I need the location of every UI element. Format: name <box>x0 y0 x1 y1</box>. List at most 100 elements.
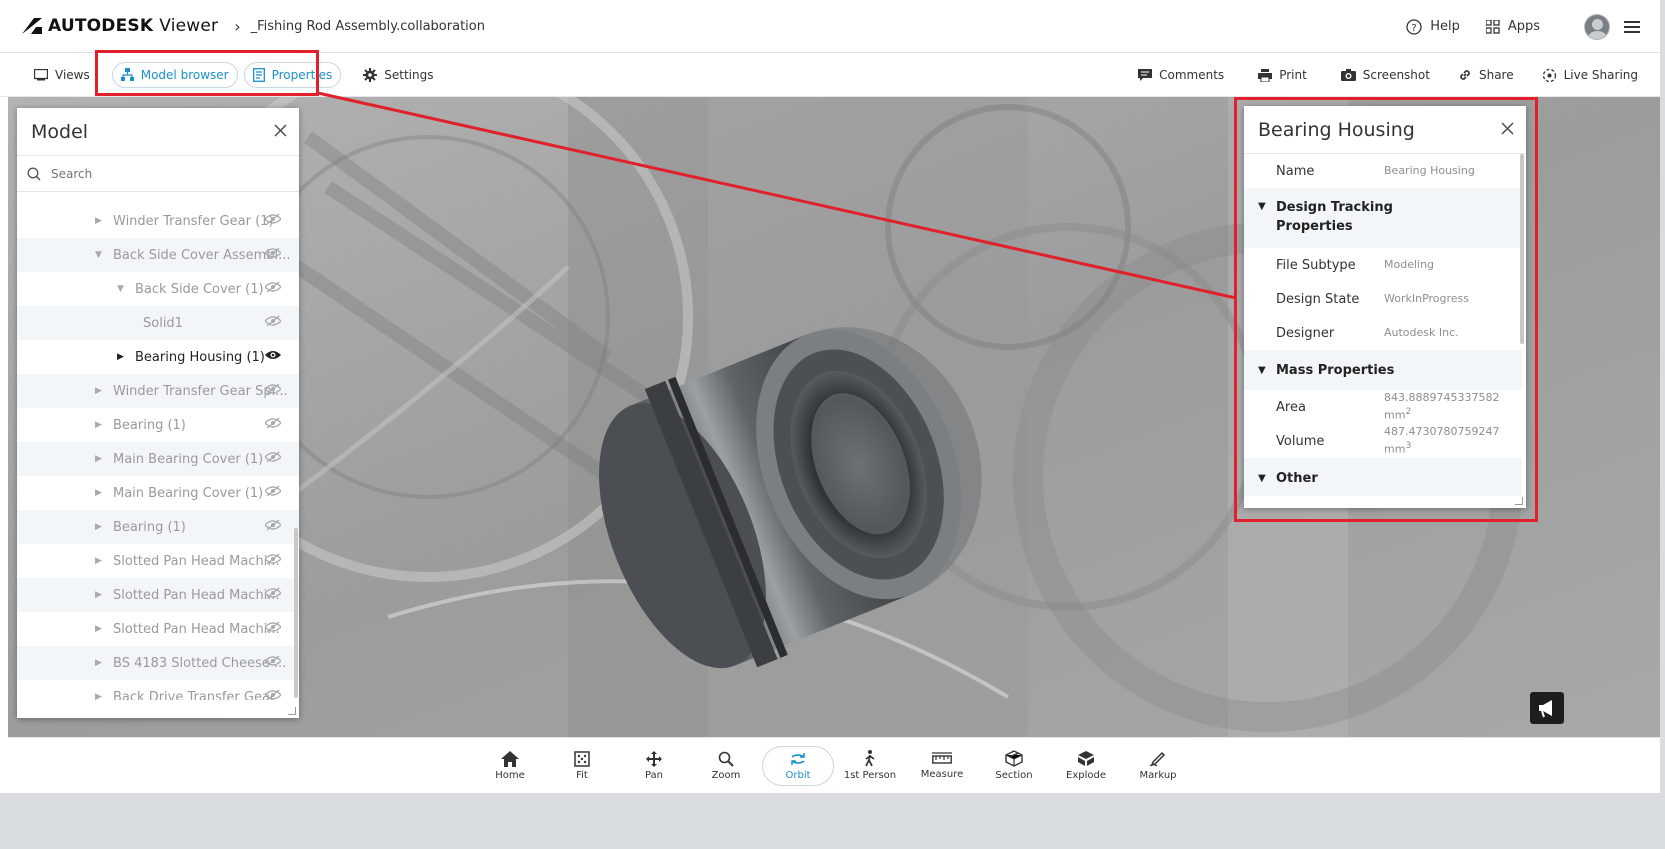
property-row[interactable]: Area 843.8889745337582 mm2 <box>1244 390 1522 424</box>
eye-hidden-icon[interactable] <box>265 519 281 531</box>
properties-list[interactable]: Name Bearing Housing ▼ Design Tracking P… <box>1244 154 1522 496</box>
property-name: Name <box>1276 163 1315 179</box>
property-name: Designer <box>1276 325 1335 341</box>
tree-item-label: Slotted Pan Head Machi... <box>113 621 280 637</box>
desktop-background <box>0 793 1665 849</box>
property-row[interactable]: File Subtype Modeling <box>1244 248 1522 282</box>
tree-item[interactable]: ▶ Main Bearing Cover (1) <box>17 476 299 510</box>
caret-right-icon[interactable]: ▶ <box>95 488 107 498</box>
model-panel-title: Model <box>31 120 89 143</box>
eye-hidden-icon[interactable] <box>265 247 281 259</box>
home-label: Home <box>495 769 525 781</box>
caret-right-icon[interactable]: ▶ <box>117 352 129 362</box>
property-value: Modeling <box>1384 257 1435 271</box>
home-button[interactable]: Home <box>474 750 546 781</box>
first-person-button[interactable]: 1st Person <box>834 750 906 781</box>
tree-item[interactable]: Solid1 <box>17 306 299 340</box>
properties-panel: Bearing Housing Name Bearing Housing ▼ D… <box>1244 106 1526 508</box>
resize-handle[interactable] <box>1515 497 1523 505</box>
model-browser-panel: Model ▶ Winder Transfer Gear (1) ▼ Back Sid… <box>17 108 299 718</box>
eye-hidden-icon[interactable] <box>265 621 281 633</box>
walk-person-icon <box>865 750 875 767</box>
tree-item[interactable]: ▶ Slotted Pan Head Machi... <box>17 544 299 578</box>
eye-hidden-icon[interactable] <box>265 451 281 463</box>
orbit-button[interactable]: Orbit <box>762 745 834 786</box>
fit-button[interactable]: Fit <box>546 750 618 781</box>
tree-item[interactable]: ▶ Bearing Housing (1) <box>17 340 299 374</box>
caret-right-icon[interactable]: ▶ <box>95 454 107 464</box>
tree-item[interactable]: ▶ Main Bearing Cover (1) <box>17 442 299 476</box>
properties-scrollbar[interactable] <box>1520 154 1524 344</box>
tree-item[interactable]: ▶ Bearing (1) <box>17 408 299 442</box>
eye-hidden-icon[interactable] <box>265 383 281 395</box>
eye-hidden-icon[interactable] <box>265 315 281 327</box>
caret-down-icon: ▼ <box>1258 201 1266 213</box>
tree-item[interactable]: ▶ Slotted Pan Head Machi... <box>17 578 299 612</box>
caret-right-icon[interactable]: ▶ <box>95 624 107 634</box>
first-person-label: 1st Person <box>843 770 897 781</box>
caret-right-icon[interactable]: ▶ <box>95 216 107 226</box>
tree-item[interactable]: ▶ Slotted Pan Head Machi... <box>17 612 299 646</box>
measure-label: Measure <box>920 768 964 780</box>
close-icon[interactable] <box>274 124 287 137</box>
tree-item[interactable]: ▶ Back Drive Transfer Gear <box>17 680 299 700</box>
tree-item-label: Back Drive Transfer Gear <box>113 689 276 701</box>
caret-right-icon[interactable]: ▶ <box>95 556 107 566</box>
eye-hidden-icon[interactable] <box>265 281 281 293</box>
zoom-button[interactable]: Zoom <box>690 751 762 781</box>
property-row[interactable]: Volume 487.4730780759247 mm3 <box>1244 424 1522 458</box>
category-row[interactable]: ▼ Design Tracking Properties <box>1244 188 1522 248</box>
tree-item[interactable]: ▼ Back Side Cover Assembl... <box>17 238 299 272</box>
caret-right-icon[interactable]: ▶ <box>95 658 107 668</box>
explode-cube-icon <box>1078 751 1094 766</box>
navigation-toolbar: Home Fit Pan Zoom Orbit 1st Person Measu… <box>8 737 1660 793</box>
caret-right-icon[interactable]: ▶ <box>95 386 107 396</box>
model-search-input[interactable] <box>51 166 271 181</box>
eye-hidden-icon[interactable] <box>265 213 281 225</box>
eye-hidden-icon[interactable] <box>265 689 281 700</box>
markup-pen-icon <box>1149 751 1166 767</box>
caret-right-icon[interactable]: ▶ <box>95 692 107 700</box>
category-label: Other <box>1276 470 1318 486</box>
section-button[interactable]: Section <box>978 750 1050 781</box>
markup-button[interactable]: Markup <box>1122 750 1194 781</box>
megaphone-icon <box>1539 700 1552 718</box>
caret-down-icon[interactable]: ▼ <box>117 284 129 294</box>
tree-item[interactable]: ▶ BS 4183 Slotted Cheese ... <box>17 646 299 680</box>
measure-button[interactable]: Measure <box>906 751 978 780</box>
eye-hidden-icon[interactable] <box>265 417 281 429</box>
eye-hidden-icon[interactable] <box>265 587 281 599</box>
tree-item[interactable]: ▶ Bearing (1) <box>17 510 299 544</box>
caret-right-icon[interactable]: ▶ <box>95 522 107 532</box>
explode-button[interactable]: Explode <box>1050 750 1122 781</box>
property-row[interactable]: Name Bearing Housing <box>1244 154 1522 188</box>
caret-down-icon[interactable]: ▼ <box>95 250 107 260</box>
caret-down-icon: ▼ <box>1258 364 1266 376</box>
close-icon[interactable] <box>1501 122 1514 135</box>
category-row[interactable]: ▼ Other <box>1244 458 1522 496</box>
eye-icon[interactable] <box>265 349 281 361</box>
pan-button[interactable]: Pan <box>618 750 690 781</box>
property-name: Volume <box>1276 433 1325 449</box>
property-row[interactable]: Designer Autodesk Inc. <box>1244 316 1522 350</box>
eye-hidden-icon[interactable] <box>265 553 281 565</box>
model-tree[interactable]: ▶ Winder Transfer Gear (1) ▼ Back Side Cove… <box>17 192 299 700</box>
tree-scrollbar[interactable] <box>294 528 298 698</box>
property-value: 843.8889745337582 mm2 <box>1384 391 1499 422</box>
tree-item-label: Bearing (1) <box>113 417 186 433</box>
caret-right-icon[interactable]: ▶ <box>95 420 107 430</box>
feedback-button[interactable] <box>1530 692 1564 724</box>
eye-hidden-icon[interactable] <box>265 485 281 497</box>
tree-item-label: Slotted Pan Head Machi... <box>113 587 280 603</box>
caret-right-icon[interactable]: ▶ <box>95 590 107 600</box>
explode-label: Explode <box>1066 770 1106 781</box>
eye-hidden-icon[interactable] <box>265 655 281 667</box>
tree-item[interactable]: ▶ Winder Transfer Gear Spi... <box>17 374 299 408</box>
category-row[interactable]: ▼ Mass Properties <box>1244 350 1522 390</box>
tree-item[interactable]: ▼ Back Side Cover (1) <box>17 272 299 306</box>
caret-down-icon: ▼ <box>1258 472 1266 484</box>
property-row[interactable]: Design State WorkInProgress <box>1244 282 1522 316</box>
resize-handle[interactable] <box>288 707 296 715</box>
tree-item-label: Bearing (1) <box>113 519 186 535</box>
tree-item[interactable]: ▶ Winder Transfer Gear (1) <box>17 204 299 238</box>
